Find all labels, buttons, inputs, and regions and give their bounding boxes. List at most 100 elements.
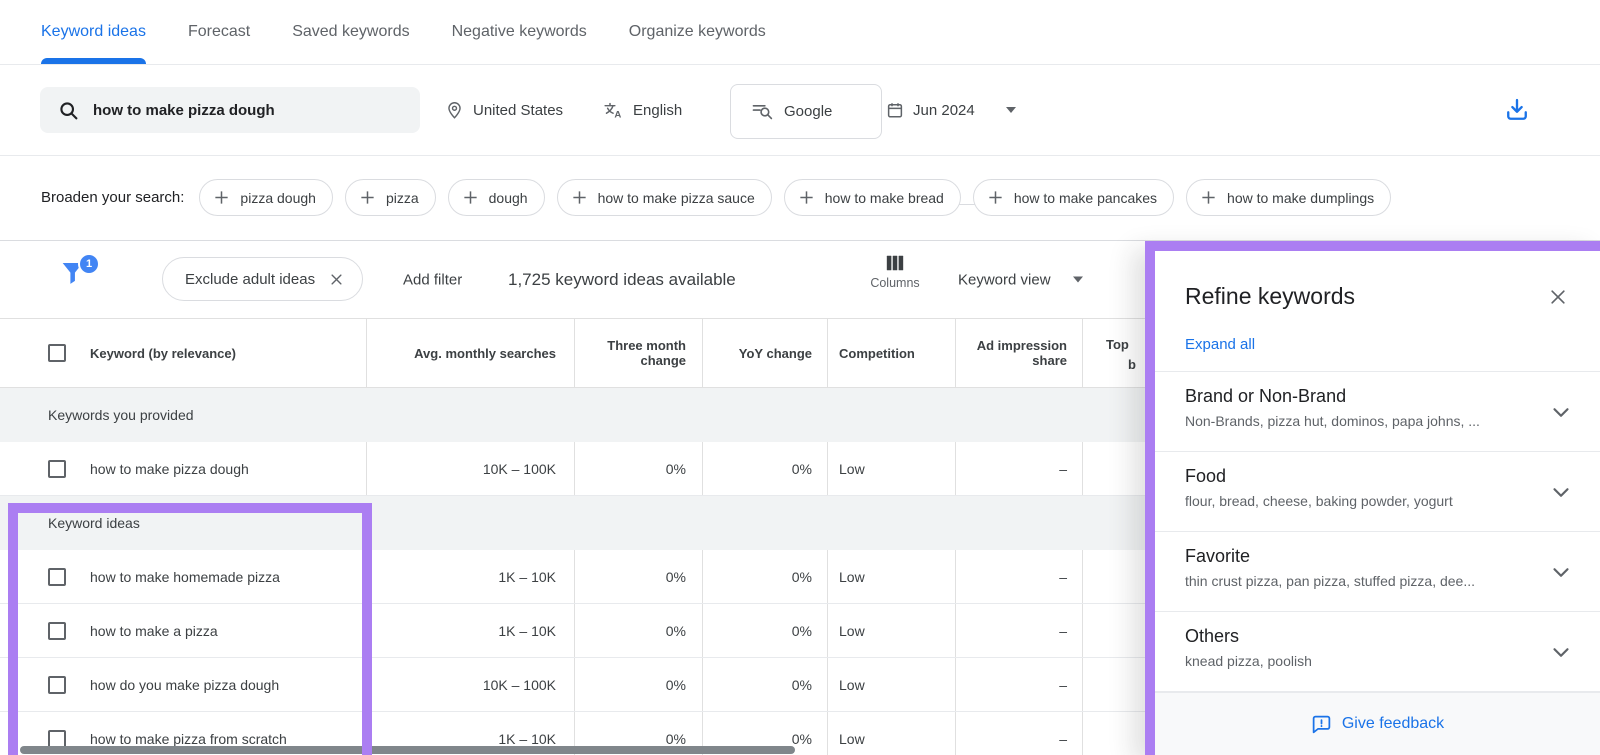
columns-button[interactable]: Columns — [864, 253, 926, 290]
filter-button[interactable]: 1 — [58, 256, 100, 302]
yoy-change-cell: 0% — [702, 442, 812, 495]
category-examples: Non-Brands, pizza hut, dominos, papa joh… — [1185, 413, 1530, 429]
refine-category-brand-or-non-brand[interactable]: Brand or Non-Brand Non-Brands, pizza hut… — [1155, 372, 1600, 452]
ad-impression-share-cell: – — [955, 442, 1067, 495]
tab-label: Keyword ideas — [41, 23, 146, 41]
yoy-change-cell: 0% — [702, 550, 812, 603]
search-network-icon — [752, 103, 773, 120]
competition-cell: Low — [839, 604, 947, 657]
tab-saved-keywords[interactable]: Saved keywords — [292, 0, 409, 64]
refine-category-favorite[interactable]: Favorite thin crust pizza, pan pizza, st… — [1155, 532, 1600, 612]
header-keyword[interactable]: Keyword (by relevance) — [90, 319, 360, 387]
date-range-selector[interactable]: Jun 2024 — [886, 65, 1016, 155]
chevron-down-icon[interactable] — [1548, 639, 1574, 665]
row-checkbox[interactable] — [48, 622, 66, 640]
competition-cell: Low — [839, 550, 947, 603]
date-range-label: Jun 2024 — [913, 102, 975, 119]
refine-category-others[interactable]: Others knead pizza, poolish — [1155, 612, 1600, 692]
category-examples: thin crust pizza, pan pizza, stuffed piz… — [1185, 573, 1530, 589]
tab-organize-keywords[interactable]: Organize keywords — [629, 0, 766, 64]
avg-searches-cell: 10K – 100K — [366, 658, 556, 711]
refine-category-list: Brand or Non-Brand Non-Brands, pizza hut… — [1155, 372, 1600, 692]
keyword-cell: how to make a pizza — [90, 604, 360, 657]
header-three-month-change[interactable]: Three month change — [574, 319, 686, 387]
broaden-chip-pizza[interactable]: pizza — [345, 179, 436, 216]
plus-icon — [359, 189, 376, 206]
yoy-change-cell: 0% — [702, 658, 812, 711]
horizontal-scrollbar[interactable] — [20, 746, 795, 754]
row-checkbox[interactable] — [48, 676, 66, 694]
header-competition[interactable]: Competition — [839, 319, 947, 387]
expand-all-link[interactable]: Expand all — [1185, 336, 1255, 353]
broaden-chip-how-to-make-pizza-sauce[interactable]: how to make pizza sauce — [557, 179, 772, 216]
active-tab-underline — [41, 58, 146, 64]
three-month-change-cell: 0% — [574, 604, 686, 657]
row-checkbox[interactable] — [48, 730, 66, 748]
location-selector[interactable]: United States — [445, 65, 563, 155]
broaden-label: Broaden your search: — [41, 189, 184, 206]
category-examples: knead pizza, poolish — [1185, 653, 1530, 669]
download-button[interactable] — [1503, 96, 1531, 124]
row-checkbox[interactable] — [48, 460, 66, 478]
broaden-chip-how-to-make-bread[interactable]: how to make bread — [784, 179, 961, 216]
plus-icon — [571, 189, 588, 206]
tab-label: Forecast — [188, 23, 250, 41]
close-panel-icon[interactable] — [1548, 287, 1568, 307]
header-yoy-change[interactable]: YoY change — [702, 319, 812, 387]
tab-label: Organize keywords — [629, 23, 766, 41]
plus-icon — [987, 189, 1004, 206]
chevron-down-icon[interactable] — [1548, 559, 1574, 585]
columns-icon — [884, 253, 906, 273]
three-month-change-cell: 0% — [574, 442, 686, 495]
exclude-adult-ideas-chip[interactable]: Exclude adult ideas — [162, 257, 363, 301]
svg-text:A: A — [614, 109, 621, 120]
chip-label: how to make pancakes — [1014, 190, 1157, 206]
ad-impression-share-cell: – — [955, 658, 1067, 711]
chip-label: dough — [489, 190, 528, 206]
add-filter-button[interactable]: Add filter — [403, 271, 462, 288]
refine-category-food[interactable]: Food flour, bread, cheese, baking powder… — [1155, 452, 1600, 532]
keyword-view-dropdown[interactable]: Keyword view — [958, 271, 1083, 288]
header-avg-monthly-searches[interactable]: Avg. monthly searches — [366, 319, 556, 387]
ad-impression-share-cell: – — [955, 712, 1067, 755]
chevron-down-icon — [1073, 277, 1083, 283]
tab-bar: Keyword ideas Forecast Saved keywords Ne… — [0, 0, 1600, 65]
competition-cell: Low — [839, 712, 947, 755]
plus-icon — [462, 189, 479, 206]
chevron-down-icon[interactable] — [1548, 399, 1574, 425]
header-ad-impression-share[interactable]: Ad impression share — [955, 319, 1067, 387]
keyword-cell: how do you make pizza dough — [90, 658, 360, 711]
broaden-chip-dough[interactable]: dough — [448, 179, 545, 216]
chevron-down-icon[interactable] — [1548, 479, 1574, 505]
feedback-icon — [1311, 714, 1332, 735]
chip-label: how to make dumplings — [1227, 190, 1374, 206]
broaden-chip-how-to-make-dumplings[interactable]: how to make dumplings — [1186, 179, 1391, 216]
section-label: Keywords you provided — [48, 407, 194, 423]
tab-negative-keywords[interactable]: Negative keywords — [452, 0, 587, 64]
network-selector[interactable]: Google — [730, 84, 882, 139]
tab-forecast[interactable]: Forecast — [188, 0, 250, 64]
filter-count-badge: 1 — [78, 253, 100, 275]
remove-filter-icon[interactable] — [329, 272, 344, 287]
translate-icon: A — [603, 100, 624, 121]
give-feedback-button[interactable]: Give feedback — [1155, 692, 1600, 755]
select-all-checkbox[interactable] — [48, 344, 66, 362]
tab-label: Saved keywords — [292, 23, 409, 41]
three-month-change-cell: 0% — [574, 550, 686, 603]
keyword-search-input[interactable]: how to make pizza dough — [40, 87, 420, 133]
calendar-icon — [886, 101, 904, 119]
refine-panel-title: Refine keywords — [1185, 283, 1566, 310]
three-month-change-cell: 0% — [574, 658, 686, 711]
download-icon — [1503, 96, 1531, 124]
plus-icon — [1200, 189, 1217, 206]
refine-panel-header: Refine keywords — [1155, 251, 1600, 310]
search-settings-row: how to make pizza dough United States A — [0, 65, 1600, 156]
yoy-change-cell: 0% — [702, 604, 812, 657]
chip-label: pizza dough — [240, 190, 316, 206]
broaden-chip-how-to-make-pancakes[interactable]: how to make pancakes — [973, 179, 1174, 216]
tab-keyword-ideas[interactable]: Keyword ideas — [41, 0, 146, 64]
broaden-chip-pizza-dough[interactable]: pizza dough — [199, 179, 333, 216]
language-selector[interactable]: A English — [603, 65, 682, 155]
row-checkbox[interactable] — [48, 568, 66, 586]
columns-label: Columns — [870, 276, 919, 290]
